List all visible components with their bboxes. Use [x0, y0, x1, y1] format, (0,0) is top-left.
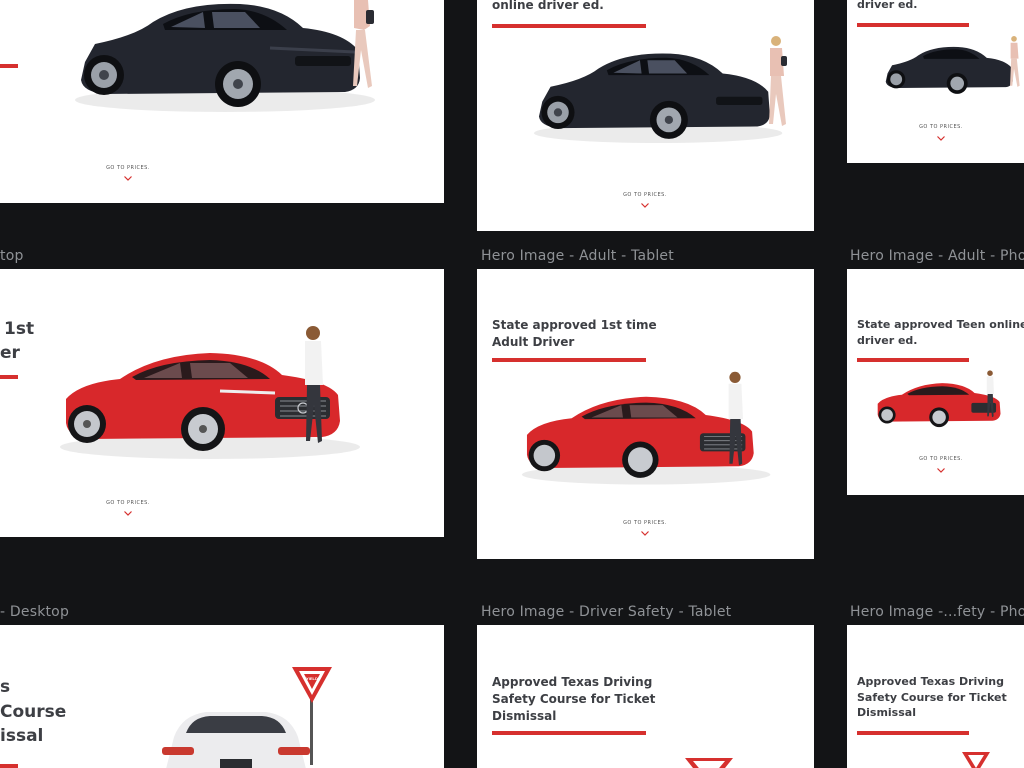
hero-heading: driver ed. — [857, 0, 917, 13]
hero-heading-line: driver ed. — [857, 0, 918, 11]
go-to-prices-link[interactable]: GO TO PRICES. — [913, 456, 969, 462]
heading-underline — [857, 358, 969, 362]
hero-heading: online driver ed. — [492, 0, 604, 14]
hero-heading: s Course issal — [0, 675, 66, 749]
woman-figure-image — [353, 0, 374, 88]
artboard-teen-desktop[interactable]: GO TO PRICES. — [0, 0, 444, 203]
artboard-safety-desktop[interactable]: s Course issal YIELD — [0, 625, 444, 768]
hero-heading-line: Course — [0, 701, 67, 722]
dark-coupe-car-image — [75, 3, 375, 112]
chevron-down-icon[interactable] — [124, 176, 132, 181]
yield-sign-image — [685, 758, 733, 768]
hero-heading-line: driver ed. — [857, 333, 918, 347]
design-canvas: GO TO PRICES. online driver ed. GO TO PR… — [0, 0, 1024, 768]
artboard-safety-phone[interactable]: Approved Texas Driving Safety Course for… — [847, 625, 1024, 768]
heading-underline — [492, 358, 646, 362]
hero-heading-line: Safety Course for Ticket — [492, 692, 656, 707]
artboard-label-adult-phone[interactable]: Hero Image - Adult - Phor — [850, 248, 1024, 264]
yield-sign-text: YIELD — [306, 676, 318, 681]
hero-heading-line: s — [0, 677, 11, 697]
go-to-prices-link[interactable]: GO TO PRICES. — [617, 520, 673, 526]
hero-heading-line: Dismissal — [492, 709, 557, 724]
hero-heading-line: 1st — [4, 319, 35, 339]
woman-figure-image — [1010, 36, 1020, 87]
artboard-adult-phone[interactable]: State approved Teen online driver ed. GO… — [847, 269, 1024, 495]
woman-figure-image — [769, 36, 787, 126]
hero-heading-line: Approved Texas Driving — [857, 675, 1004, 688]
chevron-down-icon[interactable] — [937, 468, 945, 473]
artboard-adult-desktop[interactable]: 1st er GO TO PRICES. — [0, 269, 444, 537]
heading-underline — [0, 764, 18, 768]
chevron-down-icon[interactable] — [641, 203, 649, 208]
go-to-prices-link[interactable]: GO TO PRICES. — [100, 165, 156, 171]
go-to-prices-link[interactable]: GO TO PRICES. — [100, 500, 156, 506]
artboard-label-safety-tablet[interactable]: Hero Image - Driver Safety - Tablet — [481, 604, 731, 620]
woman-figure-image — [728, 371, 743, 466]
heading-underline — [857, 731, 969, 735]
dark-coupe-car-image — [534, 53, 783, 144]
hero-heading-line: Safety Course for Ticket — [857, 690, 1007, 704]
hero-heading: State approved 1st time Adult Driver — [492, 317, 657, 351]
chevron-down-icon[interactable] — [641, 531, 649, 536]
heading-underline — [0, 375, 18, 379]
hero-heading-line: State approved 1st time — [492, 318, 657, 332]
heading-underline — [857, 23, 969, 27]
hero-heading-line: Adult Driver — [492, 335, 575, 350]
woman-figure-image — [986, 370, 994, 418]
go-to-prices-link[interactable]: GO TO PRICES. — [913, 124, 969, 130]
yield-sign-image — [962, 752, 990, 768]
artboard-adult-tablet[interactable]: State approved 1st time Adult Driver GO … — [477, 269, 814, 559]
artboard-label-adult-desktop[interactable]: top — [0, 248, 24, 264]
heading-underline — [0, 64, 18, 68]
artboard-teen-phone[interactable]: driver ed. GO TO PRICES. — [847, 0, 1024, 163]
hero-heading: Approved Texas Driving Safety Course for… — [492, 674, 655, 725]
artboard-label-safety-desktop[interactable]: - Desktop — [0, 604, 69, 620]
artboard-label-safety-phone[interactable]: Hero Image -...fety - Phor — [850, 604, 1024, 620]
hero-heading-line: Dismissal — [857, 706, 916, 720]
woman-figure-image — [305, 326, 323, 443]
chevron-down-icon[interactable] — [124, 511, 132, 516]
heading-underline — [492, 24, 646, 28]
hero-heading-line: issal — [0, 726, 44, 747]
hero-heading-line: Approved Texas Driving — [492, 675, 653, 689]
artboard-teen-tablet[interactable]: online driver ed. GO TO PRICES. — [477, 0, 814, 231]
go-to-prices-link[interactable]: GO TO PRICES. — [617, 192, 673, 198]
hero-heading: State approved Teen online driver ed. — [857, 317, 1024, 348]
yield-sign-image: YIELD — [292, 667, 332, 765]
hero-heading: 1st er — [0, 317, 34, 365]
chevron-down-icon[interactable] — [937, 136, 945, 141]
hero-heading: Approved Texas Driving Safety Course for… — [857, 674, 1007, 721]
artboard-safety-tablet[interactable]: Approved Texas Driving Safety Course for… — [477, 625, 814, 768]
artboard-label-adult-tablet[interactable]: Hero Image - Adult - Tablet — [481, 248, 674, 264]
hero-heading-line: er — [0, 343, 20, 364]
hero-heading-line: online driver ed. — [492, 0, 604, 12]
hero-heading-line: State approved Teen online — [857, 318, 1024, 331]
heading-underline — [492, 731, 646, 735]
dark-coupe-car-image — [885, 46, 1013, 94]
